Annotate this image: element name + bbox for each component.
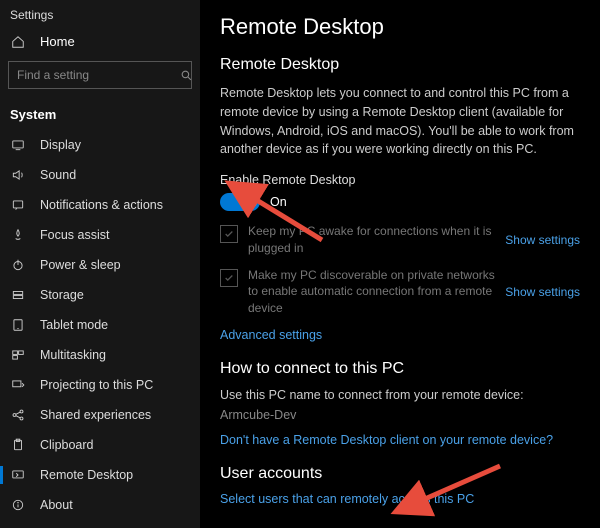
sidebar-nav: Display Sound Notifications & actions Fo… — [0, 130, 200, 528]
sidebar-item-label: Power & sleep — [40, 258, 121, 272]
power-icon — [10, 258, 26, 272]
sidebar-item-display[interactable]: Display — [0, 130, 200, 160]
checkbox-discoverable[interactable] — [220, 269, 238, 287]
sidebar-item-notifications[interactable]: Notifications & actions — [0, 190, 200, 220]
client-help-link[interactable]: Don't have a Remote Desktop client on yo… — [220, 433, 553, 447]
sidebar-item-label: Storage — [40, 288, 84, 302]
sidebar-item-shared-experiences[interactable]: Shared experiences — [0, 400, 200, 430]
advanced-settings-link[interactable]: Advanced settings — [220, 328, 322, 342]
option-text: Make my PC discoverable on private netwo… — [248, 267, 495, 317]
search-icon — [180, 67, 193, 83]
sidebar-item-home[interactable]: Home — [0, 28, 200, 55]
projecting-icon — [10, 378, 26, 392]
remote-desktop-icon — [10, 468, 26, 482]
sidebar-item-label: Tablet mode — [40, 318, 108, 332]
multitasking-icon — [10, 348, 26, 362]
sidebar-item-sound[interactable]: Sound — [0, 160, 200, 190]
checkbox-keep-awake[interactable] — [220, 225, 238, 243]
tablet-icon — [10, 318, 26, 332]
option-discoverable: Make my PC discoverable on private netwo… — [220, 267, 580, 317]
sidebar-item-multitasking[interactable]: Multitasking — [0, 340, 200, 370]
sidebar-item-projecting[interactable]: Projecting to this PC — [0, 370, 200, 400]
shared-experiences-icon — [10, 408, 26, 422]
display-icon — [10, 138, 26, 152]
sidebar-item-storage[interactable]: Storage — [0, 280, 200, 310]
sidebar-item-label: Clipboard — [40, 438, 94, 452]
sidebar-item-label: Focus assist — [40, 228, 109, 242]
sidebar-item-power-sleep[interactable]: Power & sleep — [0, 250, 200, 280]
section-title: Remote Desktop — [220, 56, 580, 74]
window-title: Settings — [0, 4, 200, 28]
select-users-link[interactable]: Select users that can remotely access th… — [220, 492, 474, 506]
toggle-state: On — [270, 195, 287, 209]
howto-line: Use this PC name to connect from your re… — [220, 388, 580, 402]
settings-window: Settings Home System Display Sound — [0, 0, 600, 528]
howto-title: How to connect to this PC — [220, 360, 580, 378]
sidebar-item-remote-desktop[interactable]: Remote Desktop — [0, 460, 200, 490]
sidebar: Settings Home System Display Sound — [0, 0, 200, 528]
sidebar-item-label: Remote Desktop — [40, 468, 133, 482]
focus-assist-icon — [10, 228, 26, 242]
page-title: Remote Desktop — [220, 14, 580, 40]
pc-name: Armcube-Dev — [220, 408, 580, 422]
sidebar-item-label: Notifications & actions — [40, 198, 163, 212]
storage-icon — [10, 288, 26, 302]
sound-icon — [10, 168, 26, 182]
show-settings-link-2[interactable]: Show settings — [505, 285, 580, 299]
user-accounts-title: User accounts — [220, 465, 580, 483]
sidebar-item-label: Display — [40, 138, 81, 152]
sidebar-item-label: Home — [40, 34, 75, 49]
sidebar-item-focus-assist[interactable]: Focus assist — [0, 220, 200, 250]
sidebar-section-label: System — [0, 99, 200, 130]
remote-desktop-toggle[interactable] — [220, 193, 260, 211]
sidebar-item-label: Projecting to this PC — [40, 378, 153, 392]
sidebar-item-label: Shared experiences — [40, 408, 151, 422]
sidebar-item-label: Multitasking — [40, 348, 106, 362]
search-input[interactable] — [9, 68, 180, 82]
option-text: Keep my PC awake for connections when it… — [248, 223, 495, 257]
show-settings-link-1[interactable]: Show settings — [505, 233, 580, 247]
sidebar-item-label: About — [40, 498, 73, 512]
main-content: Remote Desktop Remote Desktop Remote Des… — [200, 0, 600, 528]
sidebar-item-label: Sound — [40, 168, 76, 182]
clipboard-icon — [10, 438, 26, 452]
sidebar-item-about[interactable]: About — [0, 490, 200, 520]
sidebar-item-tablet-mode[interactable]: Tablet mode — [0, 310, 200, 340]
sidebar-item-clipboard[interactable]: Clipboard — [0, 430, 200, 460]
section-description: Remote Desktop lets you connect to and c… — [220, 84, 580, 159]
search-box[interactable] — [8, 61, 192, 89]
toggle-label: Enable Remote Desktop — [220, 173, 580, 187]
home-icon — [10, 35, 26, 49]
notifications-icon — [10, 198, 26, 212]
option-keep-awake: Keep my PC awake for connections when it… — [220, 223, 580, 257]
about-icon — [10, 498, 26, 512]
